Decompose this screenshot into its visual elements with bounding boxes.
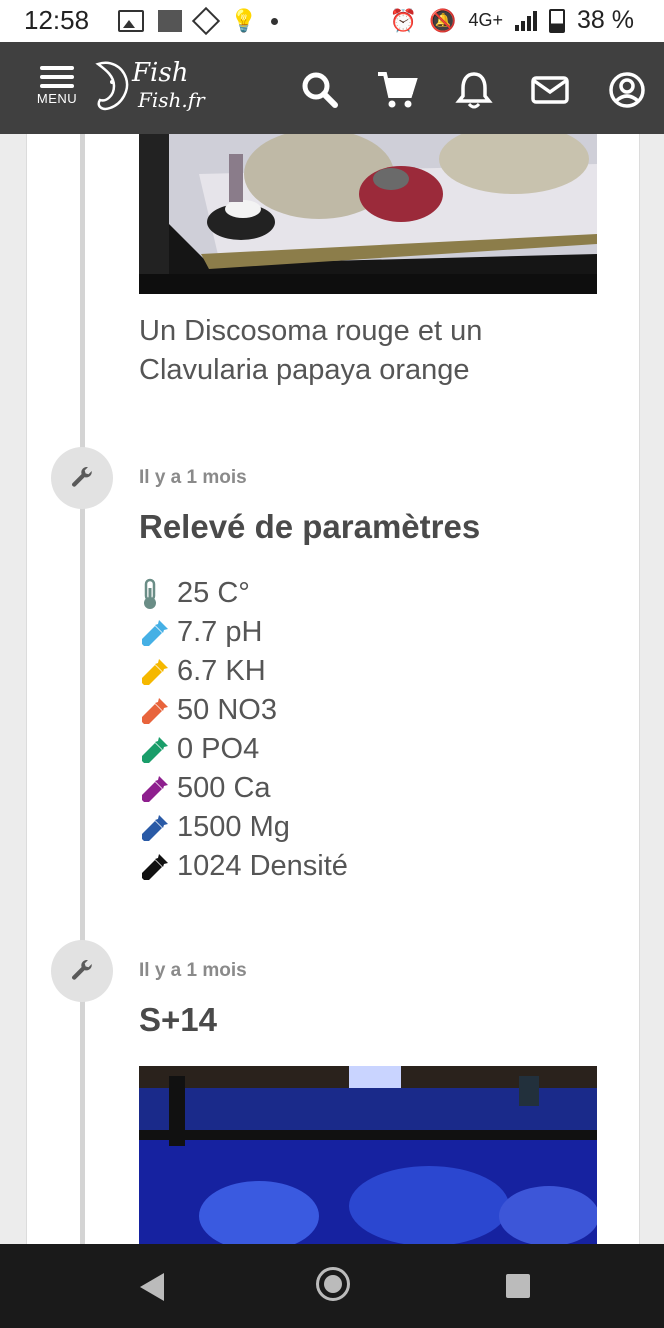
mail-icon[interactable] [530,70,570,110]
network-type: 4G+ [468,10,504,30]
dropper-icon [139,733,177,767]
logo-text-bottom: Fish.fr [138,88,205,112]
entry-time: Il y a 1 mois [139,467,247,488]
photo-caption: Un Discosoma rouge et un Clavularia papa… [139,315,483,386]
parameter-value: 0 PO4 [177,733,260,765]
site-logo[interactable]: Fish Fish.fr [92,56,222,118]
parameter-row: 1500 Mg [139,808,348,847]
parameter-value: 7.7 pH [177,616,263,648]
entry-title[interactable]: S+14 [139,1001,217,1039]
parameter-row: 500 Ca [139,769,348,808]
dropper-icon [139,811,177,845]
entry-title[interactable]: Relevé de paramètres [139,508,480,546]
parameter-row: 25 C° [139,574,348,613]
parameter-row: 1024 Densité [139,847,348,886]
battery-icon [549,8,566,33]
menu-label: MENU [36,91,78,106]
direction-icon [191,6,221,36]
timeline-marker [51,447,113,509]
app-header: MENU Fish Fish.fr [0,42,664,134]
dropper-icon [139,850,177,884]
app-notification-icon [158,10,182,32]
battery-level: 38 % [577,6,634,34]
timeline-marker [51,940,113,1002]
menu-button[interactable]: MENU [36,66,78,106]
dropper-icon [139,694,177,728]
hamburger-icon [36,66,78,88]
search-icon[interactable] [300,70,340,110]
mute-icon: 🔕 [429,7,457,33]
wrench-icon [72,467,92,487]
parameter-row: 0 PO4 [139,730,348,769]
timeline-line [80,134,85,1244]
bell-icon[interactable] [455,70,495,110]
entry-time: Il y a 1 mois [139,960,247,981]
status-bar: 12:58 💡 ⏰ 🔕 4G+ 38 % [0,0,664,42]
parameter-row: 50 NO3 [139,691,348,730]
aquarium-photo[interactable] [139,134,597,294]
parameter-value: 6.7 KH [177,655,266,687]
signal-icon [515,10,538,31]
parameter-value: 500 Ca [177,772,271,804]
status-time: 12:58 [24,5,90,35]
dropper-icon [139,655,177,689]
recent-apps-icon[interactable] [506,1274,530,1298]
back-icon[interactable] [140,1273,164,1301]
dropper-icon [139,772,177,806]
dropper-icon [139,616,177,650]
home-icon[interactable] [316,1267,350,1301]
more-notifications-icon [271,17,279,25]
parameter-value: 25 C° [177,577,250,609]
parameter-value: 50 NO3 [177,694,277,726]
user-icon[interactable] [607,70,647,110]
bulb-icon: 💡 [230,8,258,33]
parameter-value: 1024 Densité [177,850,348,882]
parameters-list: 25 C° 7.7 pH 6.7 KH 50 NO3 0 PO4 500 Ca 1500 M… [139,574,348,886]
parameter-row: 7.7 pH [139,613,348,652]
parameter-row: 6.7 KH [139,652,348,691]
wrench-icon [72,960,92,980]
alarm-icon: ⏰ [389,7,418,33]
gallery-icon [118,10,144,32]
aquarium-photo[interactable] [139,1066,597,1244]
system-nav-bar [0,1244,664,1328]
parameter-value: 1500 Mg [177,811,290,843]
thermometer-icon [139,577,177,611]
cart-icon[interactable] [376,70,418,110]
logo-text-top: Fish [132,58,189,88]
